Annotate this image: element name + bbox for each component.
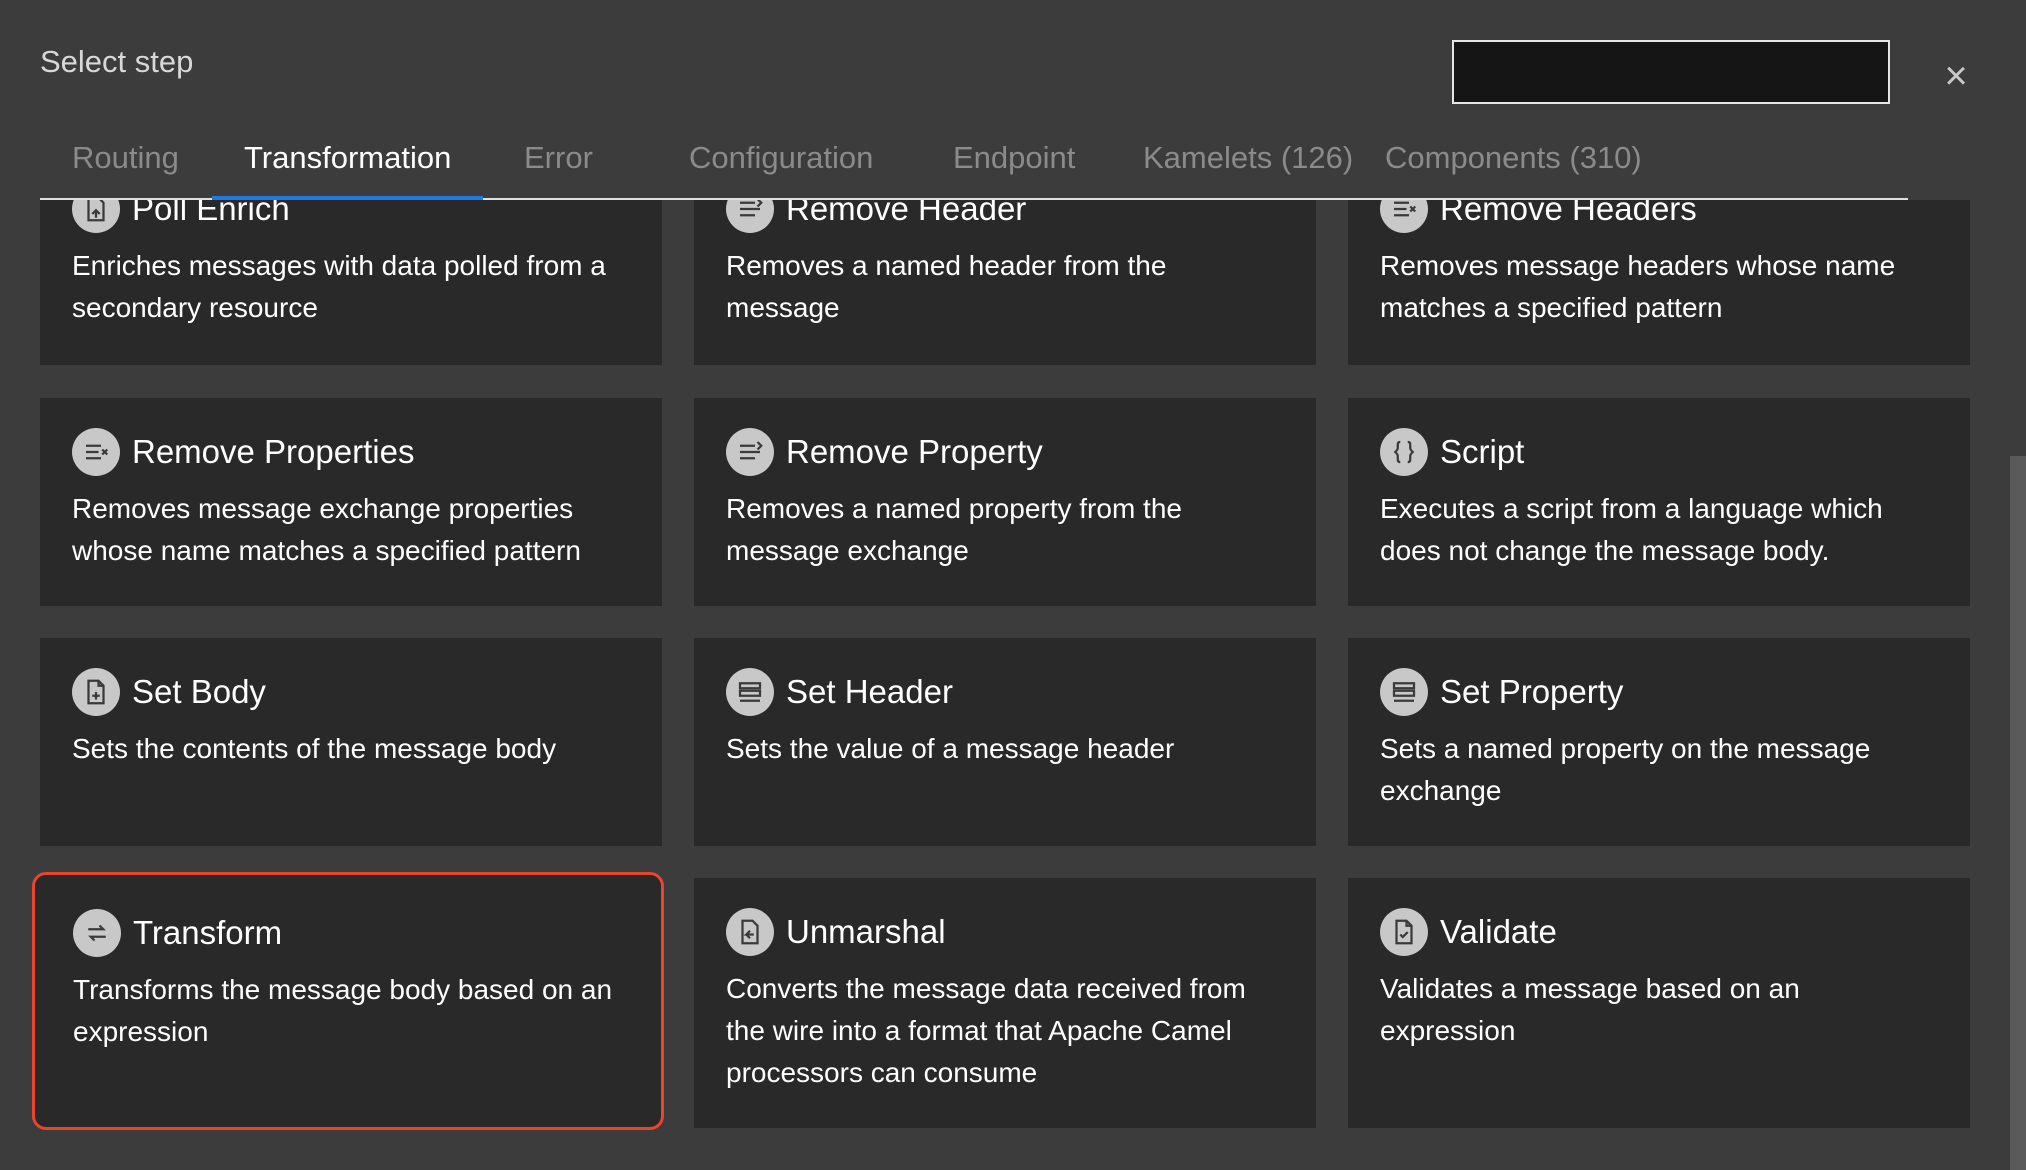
tab-kamelets[interactable]: Kamelets (126) <box>1111 130 1385 200</box>
card-description: Sets the value of a message header <box>726 733 1175 764</box>
card-title: Remove Property <box>786 433 1043 470</box>
close-icon[interactable]: × <box>1936 52 1976 100</box>
set-property-icon <box>1380 668 1428 716</box>
tab-configuration[interactable]: Configuration <box>657 130 905 200</box>
card-title: Validate <box>1440 913 1557 950</box>
step-card-set-header[interactable]: Set Header Sets the value of a message h… <box>694 638 1316 846</box>
step-card-set-body[interactable]: Set Body Sets the contents of the messag… <box>40 638 662 846</box>
card-title: Script <box>1440 433 1525 470</box>
tab-endpoint[interactable]: Endpoint <box>921 130 1107 200</box>
step-card-validate[interactable]: Validate Validates a message based on an… <box>1348 878 1970 1128</box>
step-card-remove-headers[interactable]: Remove Headers Removes message headers w… <box>1348 200 1970 365</box>
step-card-remove-property[interactable]: Remove Property Removes a named property… <box>694 398 1316 606</box>
set-body-icon <box>72 668 120 716</box>
script-icon <box>1380 428 1428 476</box>
step-card-script[interactable]: Script Executes a script from a language… <box>1348 398 1970 606</box>
tab-bar: Routing Transformation Error Configurati… <box>40 130 1908 202</box>
validate-icon <box>1380 908 1428 956</box>
card-title: Set Property <box>1440 673 1624 710</box>
remove-properties-icon <box>72 428 120 476</box>
card-description: Removes message exchange properties whos… <box>72 493 581 566</box>
tab-routing[interactable]: Routing <box>40 130 211 200</box>
card-description: Converts the message data received from … <box>726 973 1246 1088</box>
card-title: Transform <box>133 914 283 951</box>
step-card-remove-properties[interactable]: Remove Properties Removes message exchan… <box>40 398 662 606</box>
card-title: Unmarshal <box>786 913 946 950</box>
step-card-poll-enrich[interactable]: Poll Enrich Enriches messages with data … <box>40 200 662 365</box>
card-title: Remove Properties <box>132 433 415 470</box>
step-card-set-property[interactable]: Set Property Sets a named property on th… <box>1348 638 1970 846</box>
tab-error[interactable]: Error <box>492 130 625 200</box>
card-description: Executes a script from a language which … <box>1380 493 1883 566</box>
search-input[interactable] <box>1452 40 1890 104</box>
card-description: Transforms the message body based on an … <box>73 974 613 1047</box>
card-description: Removes a named header from the message <box>726 250 1167 323</box>
card-description: Removes message headers whose name match… <box>1380 250 1896 323</box>
remove-headers-icon <box>1380 200 1428 233</box>
scrollbar[interactable] <box>2010 456 2026 1170</box>
poll-enrich-icon <box>72 200 120 233</box>
step-card-unmarshal[interactable]: Unmarshal Converts the message data rece… <box>694 878 1316 1128</box>
unmarshal-icon <box>726 908 774 956</box>
card-description: Sets the contents of the message body <box>72 733 557 764</box>
tab-transformation[interactable]: Transformation <box>212 130 484 202</box>
card-description: Validates a message based on an expressi… <box>1380 973 1800 1046</box>
set-header-icon <box>726 668 774 716</box>
dialog-title: Select step <box>40 44 194 79</box>
card-title: Set Body <box>132 673 266 710</box>
remove-property-icon <box>726 428 774 476</box>
card-title: Remove Header <box>786 200 1027 227</box>
card-description: Sets a named property on the message exc… <box>1380 733 1871 806</box>
card-description: Removes a named property from the messag… <box>726 493 1182 566</box>
card-title: Set Header <box>786 673 953 710</box>
card-description: Enriches messages with data polled from … <box>72 250 606 323</box>
tab-components[interactable]: Components (310) <box>1353 130 1674 200</box>
card-title: Remove Headers <box>1440 200 1697 227</box>
step-card-transform[interactable]: Transform Transforms the message body ba… <box>32 872 664 1130</box>
transform-icon <box>73 909 121 957</box>
remove-header-icon <box>726 200 774 233</box>
step-card-remove-header[interactable]: Remove Header Removes a named header fro… <box>694 200 1316 365</box>
card-title: Poll Enrich <box>132 200 290 227</box>
step-grid: Poll Enrich Enriches messages with data … <box>0 200 2026 1170</box>
